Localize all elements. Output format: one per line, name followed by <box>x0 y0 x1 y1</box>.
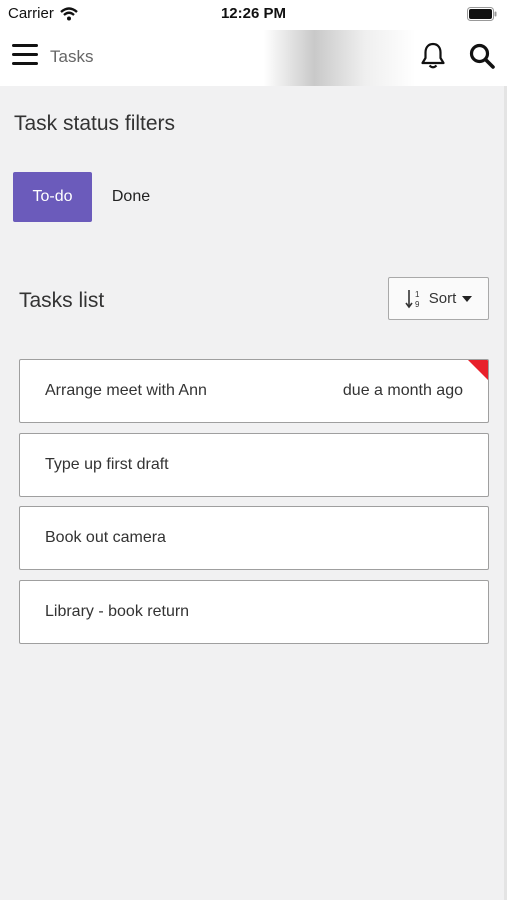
task-title: Arrange meet with Ann <box>45 382 207 399</box>
task-title: Book out camera <box>45 529 166 546</box>
sort-button[interactable]: 1 9 Sort <box>388 277 489 320</box>
task-list: Arrange meet with Ann due a month ago Ty… <box>19 359 489 653</box>
search-icon[interactable] <box>469 43 495 69</box>
page-title: Tasks <box>50 47 94 66</box>
filter-todo-button[interactable]: To-do <box>13 172 92 222</box>
overdue-flag-icon <box>468 360 488 380</box>
task-title: Type up first draft <box>45 455 169 473</box>
clock: 12:26 PM <box>220 5 287 22</box>
task-item-book-camera[interactable]: Book out camera <box>19 506 489 570</box>
svg-text:9: 9 <box>415 300 420 309</box>
status-bar: Carrier 12:26 PM <box>0 0 507 30</box>
sort-label: Sort <box>428 290 457 307</box>
app-header: Tasks <box>0 30 507 86</box>
task-item-type-up-draft[interactable]: Type up first draft <box>19 432 489 497</box>
task-item-arrange-meet[interactable]: Arrange meet with Ann due a month ago <box>19 359 489 423</box>
svg-text:1: 1 <box>415 290 420 299</box>
filters-heading: Task status filters <box>14 112 176 135</box>
app-screen: Carrier 12:26 PM Tasks Task status filte… <box>0 0 507 900</box>
caret-down-icon <box>462 295 473 302</box>
task-due-date: due a month ago <box>342 382 463 399</box>
battery-icon <box>467 7 497 21</box>
task-item-library-return[interactable]: Library - book return <box>19 579 489 644</box>
tasks-list-heading: Tasks list <box>19 289 105 312</box>
filter-done-button[interactable]: Done <box>100 172 162 222</box>
menu-icon[interactable] <box>12 44 38 68</box>
task-title: Library - book return <box>45 602 190 620</box>
bell-icon[interactable] <box>420 42 446 70</box>
sort-numeric-icon: 1 9 <box>405 289 420 309</box>
